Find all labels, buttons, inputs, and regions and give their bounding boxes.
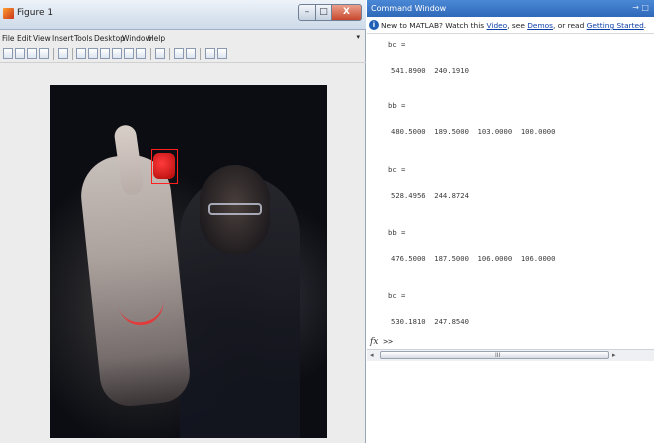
output-value: 480.5000 189.5000 103.0000 100.0000: [391, 127, 556, 136]
output-value: 476.5000 187.5000 106.0000 106.0000: [391, 254, 556, 263]
insert-legend-icon[interactable]: [186, 48, 196, 59]
info-prefix: New to MATLAB? Watch this: [381, 21, 487, 30]
command-prompt[interactable]: fx >>: [370, 337, 393, 347]
output-variable-name: bb =: [388, 228, 406, 237]
figure-title-bar[interactable]: Figure 1 – □ X: [0, 0, 366, 30]
menu-view[interactable]: View: [33, 34, 51, 43]
zoom-out-icon[interactable]: [88, 48, 98, 59]
menu-overflow-icon[interactable]: ▾: [356, 33, 360, 41]
command-window: Command Window → □ i New to MATLAB? Watc…: [367, 0, 654, 443]
maximize-button[interactable]: □: [316, 4, 332, 21]
output-value: 541.8900 240.1910: [391, 66, 469, 75]
matlab-figure-icon: [3, 8, 14, 19]
output-value: 530.1810 247.8540: [391, 317, 469, 326]
detection-bounding-box: [151, 149, 178, 184]
figure-menu-bar: File Edit View Insert Tools Desktop Wind…: [0, 31, 366, 45]
info-separator: , see: [507, 21, 528, 30]
output-variable-name: bc =: [388, 291, 406, 300]
undock-icon[interactable]: → □: [632, 3, 649, 12]
command-window-title-bar[interactable]: Command Window → □: [367, 0, 654, 17]
link-plot-icon[interactable]: [155, 48, 165, 59]
getting-started-link[interactable]: Getting Started: [587, 21, 644, 30]
info-suffix: .: [643, 21, 647, 30]
toolbar-separator: [169, 48, 170, 60]
info-icon: i: [369, 20, 379, 30]
person-glasses: [208, 203, 262, 215]
brush-icon[interactable]: [136, 48, 146, 59]
open-file-icon[interactable]: [15, 48, 25, 59]
getting-started-bar: i New to MATLAB? Watch this Video, see D…: [367, 17, 654, 34]
menu-desktop[interactable]: Desktop: [94, 34, 125, 43]
print-figure-icon[interactable]: [39, 48, 49, 59]
output-variable-name: bc =: [388, 165, 406, 174]
data-cursor-icon[interactable]: [124, 48, 134, 59]
new-figure-icon[interactable]: [3, 48, 13, 59]
output-variable-name: bb =: [388, 101, 406, 110]
webcam-image-axes[interactable]: [50, 85, 327, 438]
scrollbar-grip-icon: III: [495, 352, 501, 359]
prompt-symbol: >>: [383, 337, 393, 346]
horizontal-scrollbar[interactable]: ◂ III ▸: [367, 349, 654, 361]
save-figure-icon[interactable]: [27, 48, 37, 59]
toolbar-separator: [150, 48, 151, 60]
insert-colorbar-icon[interactable]: [174, 48, 184, 59]
scroll-right-icon[interactable]: ▸: [612, 351, 616, 359]
window-caption-buttons: – □ X: [298, 4, 362, 21]
figure-title: Figure 1: [17, 8, 54, 18]
rotate-3d-icon[interactable]: [112, 48, 122, 59]
info-separator: , or read: [553, 21, 587, 30]
zoom-in-icon[interactable]: [76, 48, 86, 59]
command-window-title: Command Window: [371, 4, 447, 13]
figure-window: Figure 1 – □ X File Edit View Insert Too…: [0, 0, 366, 443]
command-output[interactable]: bc = 541.8900 240.1910 bb = 480.5000 189…: [367, 34, 654, 342]
scroll-left-icon[interactable]: ◂: [370, 351, 374, 359]
toolbar-separator: [53, 48, 54, 60]
output-value: 528.4956 244.8724: [391, 191, 469, 200]
menu-tools[interactable]: Tools: [74, 34, 92, 43]
function-browser-icon[interactable]: fx: [370, 337, 378, 347]
output-variable-name: bc =: [388, 40, 406, 49]
scrollbar-thumb[interactable]: III: [380, 351, 609, 359]
menu-file[interactable]: File: [2, 34, 15, 43]
toolbar-separator: [200, 48, 201, 60]
demos-link[interactable]: Demos: [527, 21, 553, 30]
video-link[interactable]: Video: [487, 21, 508, 30]
edit-plot-icon[interactable]: [58, 48, 68, 59]
info-message: New to MATLAB? Watch this Video, see Dem…: [381, 21, 646, 30]
hide-plot-tools-icon[interactable]: [205, 48, 215, 59]
menu-help[interactable]: Help: [148, 34, 165, 43]
pan-icon[interactable]: [100, 48, 110, 59]
minimize-button[interactable]: –: [298, 4, 316, 21]
figure-toolbar: [0, 46, 366, 63]
menu-insert[interactable]: Insert: [52, 34, 74, 43]
show-plot-tools-icon[interactable]: [217, 48, 227, 59]
toolbar-separator: [72, 48, 73, 60]
menu-edit[interactable]: Edit: [17, 34, 32, 43]
close-button[interactable]: X: [332, 4, 362, 21]
